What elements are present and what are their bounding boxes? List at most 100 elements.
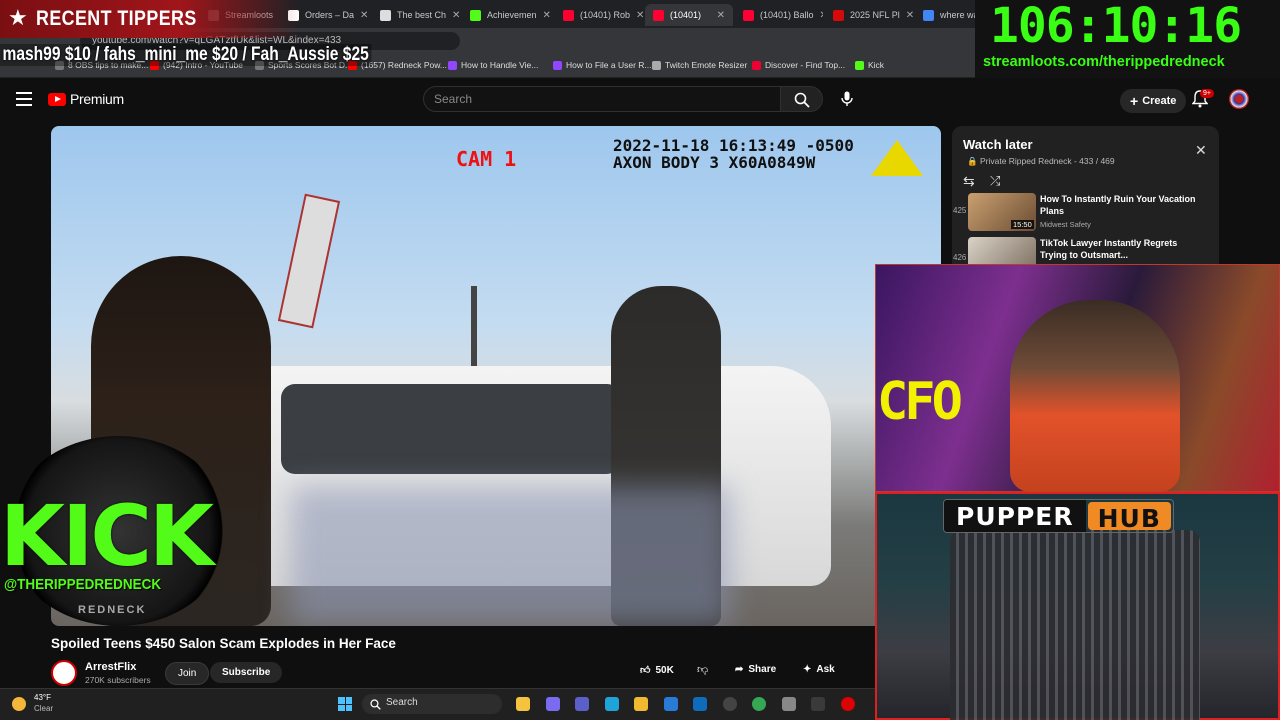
create-button[interactable]: + Create: [1120, 89, 1187, 113]
playlist-item-index: 426: [953, 253, 967, 262]
bodycam-label: CAM 1: [456, 147, 517, 171]
bookmark-favicon-icon: [553, 60, 562, 70]
microphone-icon: [841, 91, 853, 106]
playlist-item[interactable]: 425 15:50 How To Instantly Ruin Your Vac…: [953, 193, 1213, 235]
taskbar-search[interactable]: Search: [362, 694, 502, 714]
espn-icon[interactable]: [840, 697, 855, 711]
windows-start-icon[interactable]: [338, 697, 352, 711]
suv-window: [281, 384, 621, 474]
logo-text: Premium: [70, 91, 124, 107]
tab-close-icon[interactable]: ✕: [360, 10, 368, 21]
search-button[interactable]: [781, 86, 823, 112]
terminal-icon[interactable]: [811, 697, 825, 711]
search-icon: [370, 699, 381, 710]
chrome-icon[interactable]: [752, 697, 766, 711]
file-explorer-icon[interactable]: [516, 697, 530, 711]
notification-count-badge: 9+: [1200, 89, 1214, 98]
account-avatar[interactable]: [1229, 89, 1249, 109]
browser-tab[interactable]: (10401) Rob ✕: [555, 4, 643, 26]
bookmark-item[interactable]: How to File a User R...: [553, 60, 652, 70]
share-icon: ➦: [735, 664, 744, 675]
taskbar-search-label: Search: [386, 697, 418, 708]
obs-icon[interactable]: [722, 697, 737, 711]
tab-favicon-icon: [833, 9, 844, 21]
browser-tab[interactable]: The best Ch ✕: [372, 4, 460, 26]
like-button[interactable]: 👍︎ 50K: [640, 664, 674, 677]
tab-favicon-icon: [563, 9, 574, 21]
edge-icon[interactable]: [604, 697, 619, 711]
tab-favicon-icon: [743, 9, 754, 21]
pupper-hub-logo: PUPPER HUB: [943, 499, 1174, 533]
bookmark-item[interactable]: Discover - Find Top...: [752, 60, 845, 70]
bookmark-label: Twitch Emote Resizer: [665, 60, 748, 70]
browser-tab[interactable]: (10401) Ballo ✕: [735, 4, 823, 26]
bookmark-item[interactable]: How to Handle Vie...: [448, 60, 538, 70]
search-input[interactable]: Search: [423, 86, 781, 112]
youtube-play-icon: [48, 92, 66, 106]
create-label: Create: [1142, 95, 1177, 107]
channel-avatar[interactable]: [51, 660, 77, 686]
tab-favicon-icon: [470, 9, 481, 21]
store-icon[interactable]: [663, 697, 678, 711]
youtube-logo[interactable]: Premium: [48, 91, 124, 107]
weather-temperature[interactable]: 43°F: [34, 693, 51, 702]
bookmark-label: Kick: [868, 60, 885, 70]
kick-logo: KICK: [0, 487, 214, 585]
tab-label: Orders – Da: [305, 10, 355, 20]
tab-label: where was: [940, 10, 975, 20]
voice-search-button[interactable]: [834, 86, 860, 112]
browser-tab[interactable]: 2025 NFL Pl ✕: [825, 4, 913, 26]
bookmark-favicon-icon: [448, 60, 457, 70]
app-gray-icon[interactable]: [781, 697, 796, 711]
hamburger-menu-icon[interactable]: [16, 92, 32, 106]
browser-tab[interactable]: (10401) ✕: [645, 4, 733, 26]
tippers-ticker: mash99 $10 / fahs_mini_me $20 / Fah_Auss…: [0, 44, 372, 66]
weather-condition: Clear: [34, 704, 54, 713]
share-button[interactable]: ➦ Share: [735, 664, 776, 675]
bookmark-label: (1657) Redneck Pow...: [361, 60, 447, 70]
close-icon[interactable]: ✕: [1195, 142, 1207, 159]
bookmark-item[interactable]: Kick: [855, 60, 884, 70]
bookmark-label: How to File a User R...: [566, 60, 652, 70]
tab-close-icon[interactable]: ✕: [636, 10, 643, 21]
tab-close-icon[interactable]: ✕: [717, 10, 725, 21]
subscribe-button[interactable]: Subscribe: [210, 662, 283, 683]
bookmark-item[interactable]: Twitch Emote Resizer: [652, 60, 747, 70]
video-title: Spoiled Teens $450 Salon Scam Explodes i…: [51, 636, 396, 651]
playlist-subtitle-text: Private Ripped Redneck - 433 / 469: [979, 156, 1115, 166]
bodycam-timestamp-line1: 2022-11-18 16:13:49 -0500: [613, 136, 854, 155]
tab-close-icon[interactable]: ✕: [906, 10, 913, 21]
weather-moon-icon[interactable]: [12, 697, 26, 711]
channel-name[interactable]: ArrestFlix: [85, 661, 136, 673]
bodycam-timestamp: 2022-11-18 16:13:49 -0500 AXON BODY 3 X6…: [613, 137, 854, 171]
copilot-icon[interactable]: [545, 697, 560, 711]
hub-word: HUB: [1087, 502, 1171, 532]
browser-tab[interactable]: Achievemen ✕: [462, 4, 552, 26]
dislike-button[interactable]: 👎︎: [697, 663, 708, 676]
tab-close-icon[interactable]: ✕: [820, 10, 823, 21]
playlist-item-title[interactable]: TikTok Lawyer Instantly Regrets Trying t…: [1040, 237, 1200, 261]
tab-favicon-icon: [923, 9, 934, 21]
bookmark-favicon-icon: [652, 60, 661, 70]
ask-label: Ask: [816, 664, 835, 675]
tab-label: (10401) Rob: [580, 10, 631, 20]
share-label: Share: [748, 664, 777, 675]
streamer: [1010, 300, 1180, 492]
playlist-item-duration: 15:50: [1011, 220, 1034, 229]
like-count: 50K: [655, 664, 674, 676]
folder-icon[interactable]: [634, 697, 648, 711]
plus-icon: +: [1130, 93, 1139, 109]
outlook-icon[interactable]: [693, 697, 707, 711]
tab-close-icon[interactable]: ✕: [543, 10, 551, 21]
playlist-title[interactable]: Watch later: [963, 137, 1033, 152]
tab-close-icon[interactable]: ✕: [452, 10, 460, 21]
browser-tab[interactable]: where was✕: [915, 4, 975, 26]
ask-button[interactable]: ✦ Ask: [803, 664, 835, 675]
loop-icon[interactable]: ⇆: [963, 173, 975, 190]
teams-icon[interactable]: [575, 697, 589, 711]
playlist-item-title[interactable]: How To Instantly Ruin Your Vacation Plan…: [1040, 193, 1200, 217]
bookmark-label: Discover - Find Top...: [765, 60, 846, 70]
shuffle-icon[interactable]: ⤮: [990, 173, 1000, 189]
join-button[interactable]: Join: [165, 662, 210, 685]
sign-pole: [277, 193, 341, 329]
